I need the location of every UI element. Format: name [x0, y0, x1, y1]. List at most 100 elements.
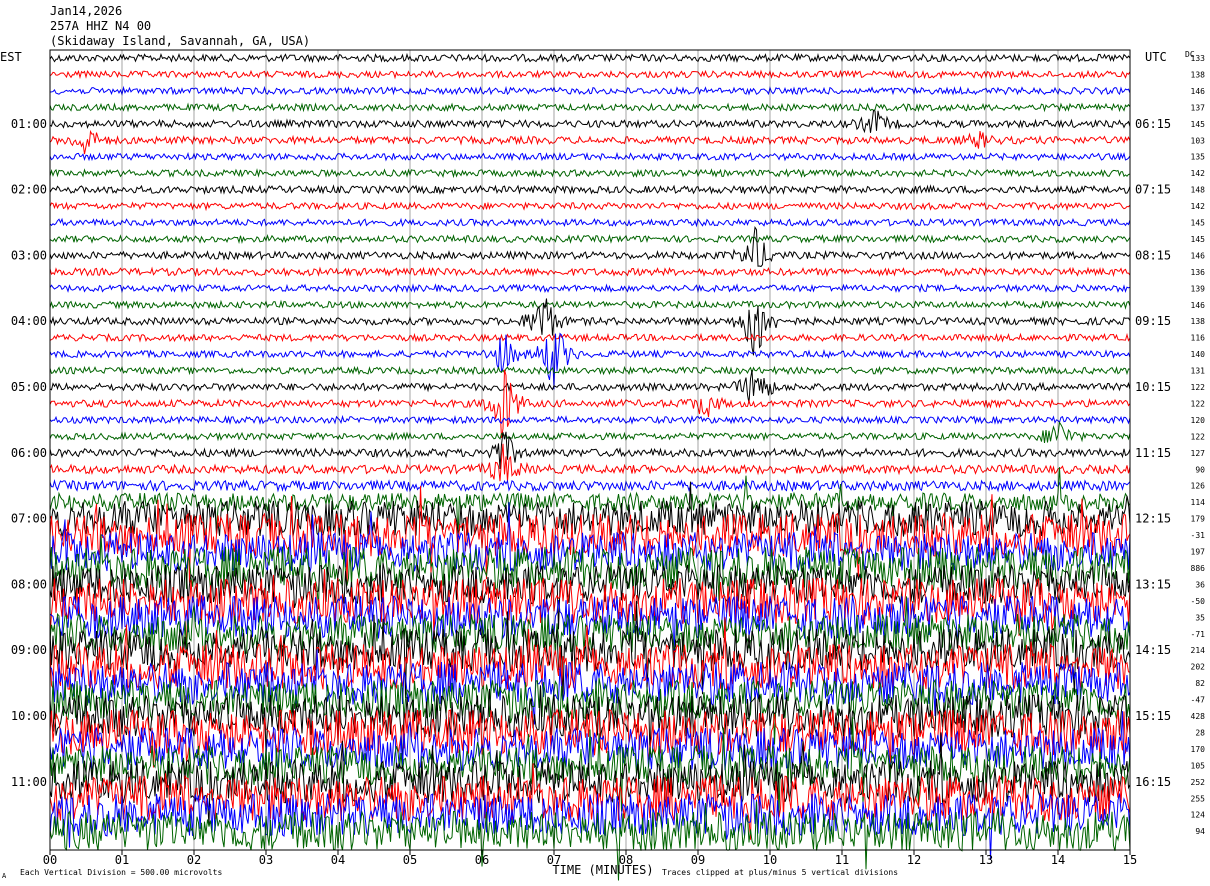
utc-time-label: 15:15 — [1135, 709, 1171, 723]
dc-offset-value: 120 — [1191, 416, 1206, 425]
x-tick-label: 10 — [763, 853, 777, 867]
est-time-label: 02:00 — [11, 183, 47, 197]
seismic-trace-0 — [49, 52, 1131, 64]
dc-offset-value: 886 — [1191, 564, 1206, 573]
dc-offset-value: 90 — [1195, 465, 1205, 474]
seismic-trace-21 — [49, 369, 1131, 438]
seismic-trace-22 — [49, 414, 1131, 426]
est-time-label: 10:00 — [11, 709, 47, 723]
dc-offset-value: 255 — [1191, 794, 1206, 803]
seismic-trace-1 — [49, 69, 1131, 80]
clip-note: Traces clipped at plus/minus 5 vertical … — [662, 868, 898, 877]
dc-offset-value: 124 — [1191, 811, 1206, 820]
seismic-trace-17 — [49, 332, 1131, 343]
x-axis-label: TIME (MINUTES) — [552, 863, 653, 877]
x-tick-label: 01 — [115, 853, 129, 867]
dc-offset-value: -47 — [1191, 696, 1206, 705]
x-tick-label: 12 — [907, 853, 921, 867]
est-time-label: 08:00 — [11, 577, 47, 591]
dc-offset-value: 142 — [1191, 169, 1206, 178]
seismic-trace-10 — [49, 217, 1131, 228]
dc-offset-value: 145 — [1191, 235, 1206, 244]
seismic-trace-11 — [49, 233, 1131, 245]
est-time-label: 06:00 — [11, 446, 47, 460]
dc-offset-value: 105 — [1191, 761, 1206, 770]
dc-offset-value: 138 — [1191, 70, 1206, 79]
x-tick-label: 11 — [835, 853, 849, 867]
dc-offset-value: -31 — [1191, 531, 1206, 540]
dc-offset-value: 122 — [1191, 432, 1206, 441]
utc-time-label: 16:15 — [1135, 775, 1171, 789]
trace-layer — [49, 52, 1131, 881]
dc-offset-value: -50 — [1191, 597, 1206, 606]
dc-offset-value: 35 — [1195, 613, 1205, 622]
dc-offset-value: 146 — [1191, 251, 1206, 260]
est-time-label: 03:00 — [11, 248, 47, 262]
dc-offset-value: 126 — [1191, 482, 1206, 491]
utc-time-label: 09:15 — [1135, 314, 1171, 328]
dc-offset-value: 137 — [1191, 103, 1206, 112]
utc-time-label: 07:15 — [1135, 183, 1171, 197]
dc-offset-value: 148 — [1191, 186, 1206, 195]
est-time-label: 05:00 — [11, 380, 47, 394]
utc-time-label: 12:15 — [1135, 512, 1171, 526]
dc-offset-value: 136 — [1191, 268, 1206, 277]
dc-offset-value: 170 — [1191, 745, 1206, 754]
x-tick-label: 15 — [1123, 853, 1137, 867]
seismic-trace-18 — [49, 332, 1131, 390]
est-time-label: 07:00 — [11, 512, 47, 526]
est-zone-label: EST — [0, 50, 22, 64]
x-tick-label: 06 — [475, 853, 489, 867]
seismic-trace-2 — [49, 85, 1131, 96]
dc-offset-value: 114 — [1191, 498, 1206, 507]
x-tick-label: 03 — [259, 853, 273, 867]
est-time-label: 09:00 — [11, 643, 47, 657]
x-tick-label: 05 — [403, 853, 417, 867]
seismic-trace-23 — [49, 420, 1131, 443]
x-tick-label: 02 — [187, 853, 201, 867]
dc-offset-value: 214 — [1191, 646, 1206, 655]
seismic-trace-9 — [49, 201, 1131, 212]
utc-time-label: 14:15 — [1135, 643, 1171, 657]
dc-offset-value: 28 — [1195, 728, 1205, 737]
dc-offset-value: 103 — [1191, 136, 1206, 145]
dc-offset-value: 197 — [1191, 548, 1206, 557]
est-time-label: 01:00 — [11, 117, 47, 131]
seismic-trace-19 — [49, 365, 1131, 376]
utc-time-label: 11:15 — [1135, 446, 1171, 460]
dc-offset-value: -71 — [1191, 630, 1206, 639]
dc-offset-value: 179 — [1191, 515, 1206, 524]
dc-offset-value: 146 — [1191, 87, 1206, 96]
seismic-trace-4 — [49, 109, 1131, 134]
x-tick-label: 14 — [1051, 853, 1065, 867]
seismic-trace-12 — [49, 225, 1131, 268]
seismic-trace-26 — [49, 478, 1131, 493]
dc-offset-value: 122 — [1191, 383, 1206, 392]
x-tick-label: 00 — [43, 853, 57, 867]
seismic-trace-14 — [49, 283, 1131, 294]
est-time-label: 11:00 — [11, 775, 47, 789]
dc-offset-value: 122 — [1191, 399, 1206, 408]
utc-zone-label: UTC — [1145, 50, 1167, 64]
footer-marker: A — [2, 872, 7, 880]
dc-offset-value: 145 — [1191, 219, 1206, 228]
dc-offset-value: 202 — [1191, 663, 1206, 672]
dc-offset-value: 138 — [1191, 317, 1206, 326]
x-tick-label: 13 — [979, 853, 993, 867]
dc-offset-value: 135 — [1191, 153, 1206, 162]
utc-time-label: 06:15 — [1135, 117, 1171, 131]
seismic-trace-6 — [49, 151, 1131, 162]
dc-offset-value: 140 — [1191, 350, 1206, 359]
utc-time-label: 10:15 — [1135, 380, 1171, 394]
dc-offset-value: 142 — [1191, 202, 1206, 211]
dc-offset-value: 131 — [1191, 367, 1206, 376]
helicorder-plot: 00 01 02 03 04 05 06 07 08 09 10 11 12 13 14 1501:00 06:… — [0, 49, 1206, 881]
dc-offset-value: 127 — [1191, 449, 1206, 458]
dc-offset-value: 133 — [1191, 54, 1206, 63]
dc-offset-value: 252 — [1191, 778, 1206, 787]
scale-note: Each Vertical Division = 500.00 microvol… — [20, 868, 222, 877]
dc-offset-value: 139 — [1191, 284, 1206, 293]
dc-offset-value: 82 — [1195, 679, 1205, 688]
seismic-trace-15 — [49, 299, 1131, 310]
seismic-trace-24 — [49, 431, 1131, 470]
